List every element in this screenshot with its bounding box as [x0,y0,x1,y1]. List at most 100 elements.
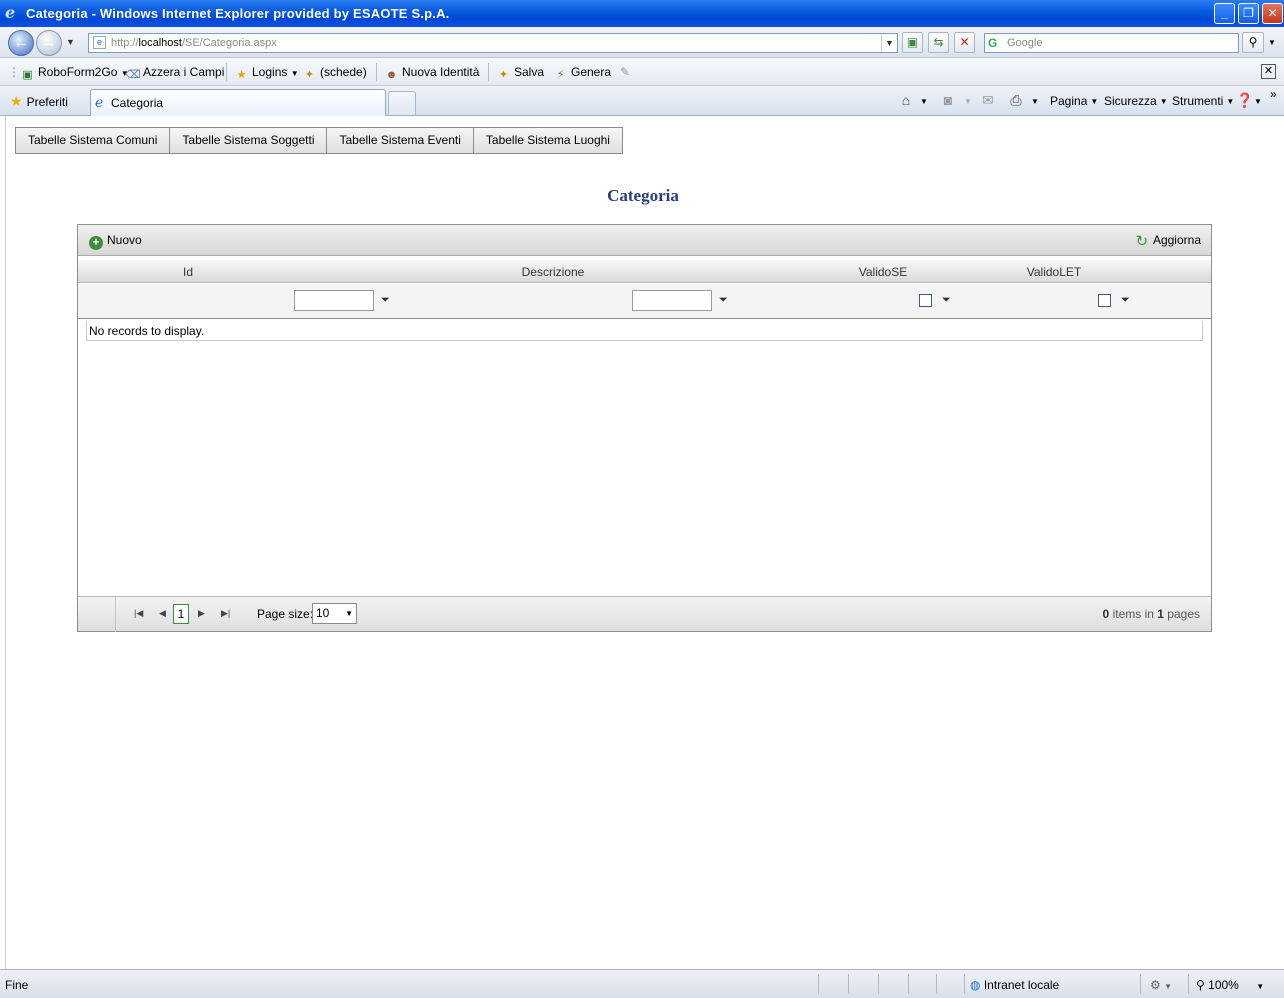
security-menu[interactable]: Sicurezza ▼ [1104,94,1168,108]
refresh-grid-button[interactable]: ↻ Aggiorna [1134,233,1201,250]
home-dropdown-icon[interactable]: ▼ [920,97,928,106]
new-identity-button[interactable]: ☻ Nuova Identità [384,65,480,82]
add-icon: + [89,236,103,250]
feeds-dropdown-icon[interactable]: ▼ [964,97,972,106]
no-records-message: No records to display. [86,321,1203,341]
protected-mode-icon[interactable]: ⚙ ▼ [1150,978,1172,992]
roboform-button[interactable]: ▣ RoboForm2Go ▼ [20,65,128,82]
mail-icon[interactable]: ✉ [979,92,997,108]
home-icon[interactable]: ⌂ [897,92,915,108]
pager-info: 0 items in 1 pages [1102,607,1200,621]
back-button[interactable]: ← [8,30,34,56]
close-toolbar-icon[interactable]: ✕ [1261,64,1276,79]
generate-button[interactable]: ⚡ Genera [553,65,611,82]
status-separator [878,974,879,994]
system-tables-menu: Tabelle Sistema Comuni Tabelle Sistema S… [15,127,623,154]
id-filter-icon[interactable]: ⏷ [381,294,392,306]
menu-item-comuni[interactable]: Tabelle Sistema Comuni [16,128,171,153]
zoom-icon: ⚲ [1196,978,1205,992]
grid-command-bar: + Nuovo ↻ Aggiorna [78,225,1211,256]
next-page-icon[interactable]: ▶ [198,608,205,619]
descrizione-filter-icon[interactable]: ⏷ [719,294,730,306]
close-window-button[interactable]: ✕ [1262,3,1283,24]
menu-item-eventi[interactable]: Tabelle Sistema Eventi [327,128,474,153]
minimize-button[interactable]: _ [1214,3,1235,24]
page-title: Categoria [607,186,679,205]
toolbar-separator [376,63,377,81]
toolbar-grip: ⋮ [8,65,20,79]
stop-icon[interactable]: ✕ [954,32,975,53]
zoom-control[interactable]: ⚲ 100% ▼ [1196,978,1264,992]
refresh-arrows-icon: ↻ [1135,233,1149,250]
column-header-id[interactable]: Id [178,265,198,279]
search-input[interactable]: G Google [984,33,1239,53]
tab-categoria[interactable]: e Categoria [90,89,386,116]
first-page-icon[interactable]: |◀ [134,608,143,619]
status-separator [936,974,937,994]
url-host: localhost [138,37,182,49]
forward-button[interactable]: → [36,30,62,56]
validolet-filter-icon[interactable]: ⏷ [1121,294,1132,306]
maximize-button[interactable]: ❐ [1238,3,1259,24]
status-separator [1188,974,1189,994]
toolbar-separator [488,63,489,81]
search-icon[interactable]: ⚲ [1242,32,1264,53]
eraser-icon: ⌫ [125,69,141,81]
descrizione-filter-input[interactable] [632,290,712,311]
url-path: /SE/Categoria.aspx [181,37,277,49]
grid-filter-row: ⏷ ⏷ ⏷ ⏷ [78,284,1211,319]
id-filter-input[interactable] [294,290,374,311]
chevron-more-icon[interactable]: » [1270,87,1277,101]
compatibility-view-icon[interactable]: ▣ [902,32,923,53]
chevron-down-icon: ▼ [345,609,353,618]
column-header-descrizione[interactable]: Descrizione [498,265,608,279]
pen-icon[interactable]: ✎ [620,65,630,79]
tools-menu[interactable]: Strumenti ▼ [1172,94,1234,108]
history-dropdown-icon[interactable]: ▼ [66,37,75,47]
column-header-validose[interactable]: ValidoSE [848,265,918,279]
feeds-icon[interactable]: ◙ [939,92,957,108]
refresh-icon[interactable]: ⇆ [928,32,949,53]
help-icon[interactable]: ❓ [1236,92,1254,108]
security-zone[interactable]: ◍ Intranet locale [970,978,1059,992]
search-options-icon[interactable]: ▼ [1268,38,1276,47]
print-icon[interactable]: ⎙ [1007,92,1025,108]
status-separator [848,974,849,994]
prev-page-icon[interactable]: ◀ [159,608,166,619]
logins-button[interactable]: ★ Logins ▼ [234,65,299,82]
search-placeholder: Google [1007,37,1043,49]
zoom-dropdown-icon: ▼ [1256,982,1265,991]
status-separator [908,974,909,994]
star-icon: ★ [236,69,247,81]
ie-logo-icon: e [5,3,16,22]
window-title-bar: e Categoria - Windows Internet Explorer … [0,0,1284,27]
current-page-button[interactable]: 1 [173,604,189,624]
menu-item-luoghi[interactable]: Tabelle Sistema Luoghi [474,128,622,153]
page-icon: e [93,36,106,49]
add-new-button[interactable]: + Nuovo [89,233,142,250]
validose-filter-icon[interactable]: ⏷ [942,294,953,306]
save-toolbar-button[interactable]: ✦ Salva [496,65,544,82]
address-input[interactable]: e http://localhost/SE/Categoria.aspx ▼ [88,33,898,53]
tabs-icon: ✦ [304,69,315,81]
page-menu[interactable]: Pagina ▼ [1050,94,1098,108]
page-size-select[interactable]: 10 ▼ [312,603,357,624]
url-prefix: http:// [111,37,139,49]
address-dropdown-icon[interactable]: ▼ [881,34,897,52]
tabs-button[interactable]: ✦ (schede) [302,65,367,82]
menu-item-soggetti[interactable]: Tabelle Sistema Soggetti [170,128,328,153]
favorites-button[interactable]: ★ Preferiti [10,93,68,110]
column-header-validolet[interactable]: ValidoLET [1018,265,1090,279]
status-bar: Fine ◍ Intranet locale ⚙ ▼ ⚲ 100% ▼ [0,969,1284,998]
links-toolbar: ⋮ ▣ RoboForm2Go ▼ ⌫ Azzera i Campi ★ Logins… [0,58,1284,86]
validolet-filter-checkbox[interactable] [1098,294,1111,307]
clear-fields-button[interactable]: ⌫ Azzera i Campi [125,65,224,82]
google-icon: G [988,36,998,50]
print-dropdown-icon[interactable]: ▼ [1031,97,1039,106]
validose-filter-checkbox[interactable] [919,294,932,307]
categoria-grid: + Nuovo ↻ Aggiorna Id Descrizione ValidoSE… [77,224,1212,632]
help-dropdown-icon[interactable]: ▼ [1254,97,1262,106]
last-page-icon[interactable]: ▶| [221,608,230,619]
page-content: Tabelle Sistema Comuni Tabelle Sistema S… [5,116,1279,969]
new-tab-button[interactable] [388,91,416,115]
